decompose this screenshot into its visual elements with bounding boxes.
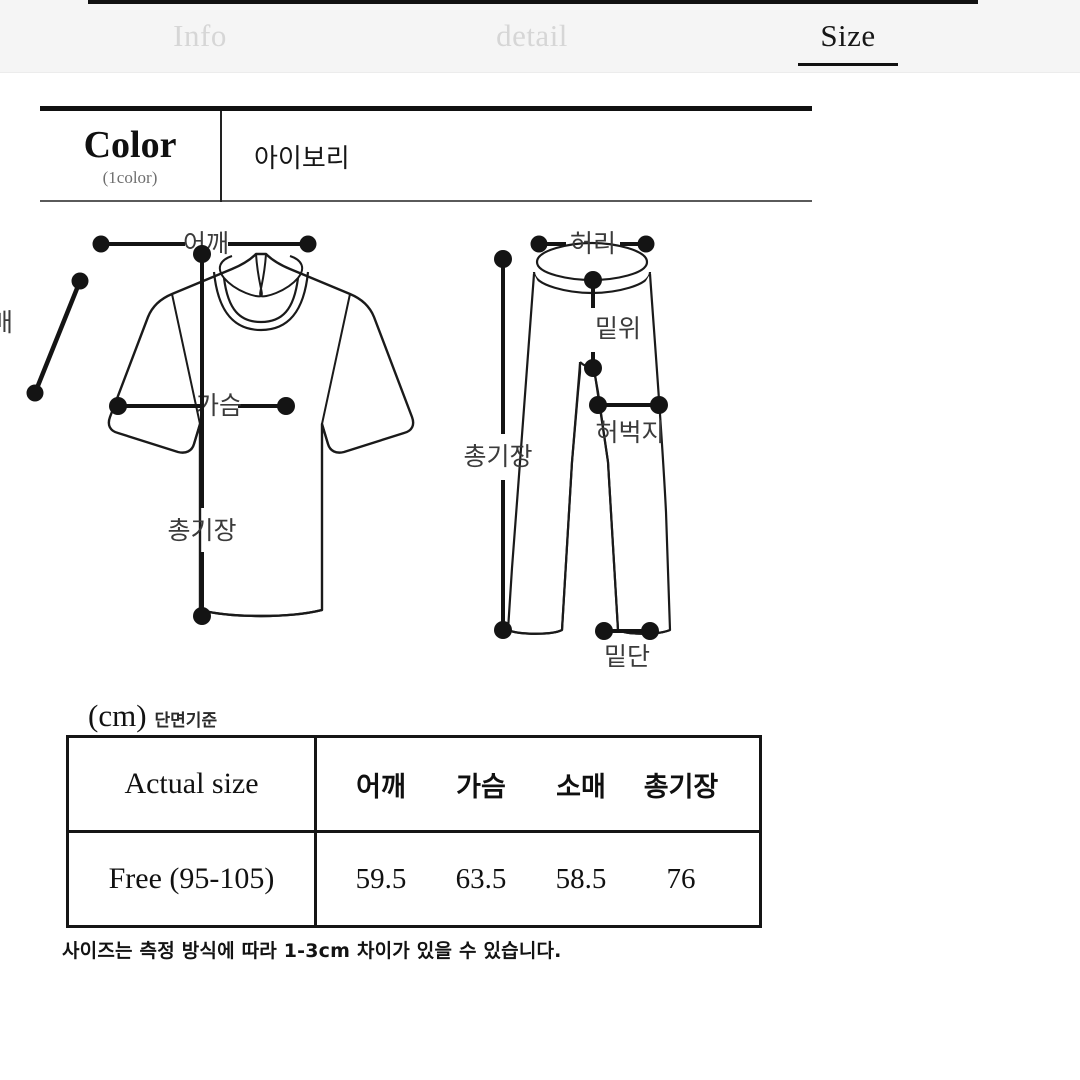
table-header-actual-size: Actual size (66, 735, 317, 833)
tab-size[interactable]: Size (768, 16, 928, 66)
value-sleeve: 58.5 (555, 862, 607, 895)
measurement-diagrams: 어깨 소매 가슴 총기장 (0, 212, 1080, 682)
label-bottom-total-length: 총기장 (463, 442, 532, 471)
tab-detail[interactable]: detail (452, 16, 612, 56)
value-shoulder: 59.5 (355, 862, 407, 895)
measurement-diagram-svg: 어깨 소매 가슴 총기장 (0, 229, 672, 671)
table-cell-values: 59.5 63.5 58.5 76 (314, 830, 762, 928)
label-rise: 밑위 (595, 314, 641, 343)
label-sleeve: 소매 (0, 308, 13, 337)
value-chest: 63.5 (455, 862, 507, 895)
column-header-chest: 가슴 (456, 771, 506, 803)
size-measure-note: 단면기준 (154, 711, 218, 731)
color-title: Color (83, 124, 177, 166)
tab-info[interactable]: Info (120, 16, 280, 56)
tab-info-label: Info (173, 18, 227, 53)
label-hem: 밑단 (604, 642, 650, 671)
table-row-header: Actual size 어깨 가슴 소매 총기장 (66, 735, 762, 833)
table-row: Free (95-105) 59.5 63.5 58.5 76 (66, 830, 762, 928)
size-footnote: 사이즈는 측정 방식에 따라 1-3cm 차이가 있을 수 있습니다. (62, 940, 562, 962)
color-table-value-cell: 아이보리 (222, 111, 812, 202)
tab-bar-top-rule (88, 0, 978, 4)
color-value: 아이보리 (254, 144, 350, 174)
measure-sleeve: 소매 (0, 272, 89, 402)
tab-bar: Info detail Size (0, 0, 1080, 73)
tab-size-label: Size (820, 18, 876, 53)
table-cell-size-name: Free (95-105) (66, 830, 317, 928)
size-unit-header: (cm) 단면기준 (88, 698, 217, 734)
column-header-shoulder: 어깨 (356, 771, 406, 803)
value-total-length: 76 (666, 862, 696, 895)
table-header-metrics: 어깨 가슴 소매 총기장 (314, 735, 762, 833)
measure-thigh: 허벅지 (589, 396, 668, 447)
column-header-sleeve: 소매 (556, 771, 606, 803)
label-waist: 허리 (570, 229, 616, 258)
measure-hem: 밑단 (595, 622, 659, 671)
color-table: Color (1color) 아이보리 (40, 106, 812, 202)
color-table-header-cell: Color (1color) (40, 111, 222, 202)
tab-detail-label: detail (496, 18, 568, 53)
label-thigh: 허벅지 (595, 418, 664, 447)
tshirt-illustration (107, 252, 415, 618)
column-header-total-length: 총기장 (643, 771, 719, 803)
label-top-total-length: 총기장 (167, 516, 236, 545)
tab-active-indicator (798, 63, 898, 66)
color-count-label: (1color) (102, 168, 158, 187)
measure-waist: 허리 (530, 229, 655, 258)
size-unit: (cm) (88, 698, 147, 733)
size-table: Actual size 어깨 가슴 소매 총기장 Free (95-105) 5… (66, 735, 762, 928)
